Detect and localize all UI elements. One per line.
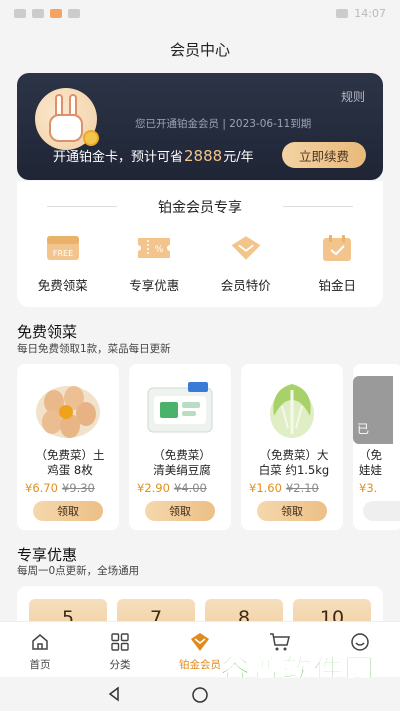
rules-link[interactable]: 规则 [341, 88, 365, 105]
renew-button[interactable]: 立即续费 [282, 142, 366, 168]
eggs-image [30, 376, 106, 442]
coupon-panel: 5 7 8 10 [17, 586, 383, 629]
benefit-label: 会员特价 [220, 278, 271, 293]
free-section-subtitle: 每日免费领取1款，菜品每日更新 [17, 343, 171, 355]
coin-icon [83, 130, 99, 146]
discount-diamond-icon [228, 233, 264, 263]
coupon-ticket-icon: % [136, 233, 172, 263]
tab-profile[interactable] [320, 622, 400, 677]
claimed-tag: 已 [353, 376, 393, 444]
back-icon[interactable] [106, 686, 122, 706]
app-notification-icon [50, 8, 62, 18]
product-name: （免费菜）土 鸡蛋 8枚 [35, 448, 105, 477]
profile-icon [349, 632, 371, 652]
benefit-free-vegetable[interactable]: FREE 免费领菜 [17, 233, 109, 294]
status-time: 14:07 [354, 6, 386, 20]
free-gift-icon: FREE [45, 233, 81, 263]
rabbit-mascot-avatar [35, 88, 99, 150]
system-navigation-bar [0, 678, 400, 711]
membership-status-text: 您已开通铂金会员 | 2023-06-11到期 [135, 118, 312, 130]
svg-text:FREE: FREE [53, 249, 73, 258]
calendar-icon [319, 233, 355, 263]
tab-label: 首页 [29, 659, 51, 671]
product-price: ¥1.60 ¥2.10 [249, 481, 319, 495]
savings-suffix: 元/年 [223, 150, 254, 165]
claim-button[interactable]: 领取 [145, 501, 215, 521]
product-price: ¥3. [359, 481, 378, 495]
exclusive-title: 铂金会员专享 [158, 200, 242, 216]
status-bar: 14:07 [0, 0, 400, 26]
benefit-exclusive-discount[interactable]: % 专享优惠 [109, 233, 201, 294]
tab-label: 分类 [109, 659, 131, 671]
product-name: （免 娃娃 [359, 448, 382, 477]
home-circle-icon[interactable] [191, 686, 209, 708]
savings-estimate: 开通铂金卡，预计可省 2888 元/年 [53, 146, 254, 165]
notification-icon [32, 8, 44, 18]
product-name: （免费菜）大 白菜 约1.5kg [258, 448, 330, 477]
vip-card: 规则 您已开通铂金会员 | 2023-06-11到期 开通铂金卡，预计可省 28… [17, 73, 383, 180]
diamond-icon [189, 632, 211, 652]
shield-icon [68, 8, 80, 18]
benefit-label: 铂金日 [318, 278, 356, 293]
bottom-tab-bar: 首页 分类 铂金会员 [0, 621, 400, 677]
benefit-label: 专享优惠 [129, 278, 180, 293]
tab-category[interactable]: 分类 [80, 622, 160, 677]
free-product-list: （免费菜）土 鸡蛋 8枚 ¥6.70 ¥9.30 领取 （免费菜） 清美绢豆腐 ¥2.… [17, 364, 400, 530]
product-name: （免费菜） 清美绢豆腐 [153, 448, 211, 477]
benefit-label: 免费领菜 [37, 278, 88, 293]
tofu-image [142, 376, 218, 442]
savings-prefix: 开通铂金卡，预计可省 [53, 150, 184, 165]
product-card[interactable]: （免费菜） 清美绢豆腐 ¥2.90 ¥4.00 领取 [129, 364, 231, 530]
tab-home[interactable]: 首页 [0, 622, 80, 677]
free-section-title: 免费领菜 [17, 323, 78, 341]
product-price: ¥6.70 ¥9.30 [25, 481, 95, 495]
product-card[interactable]: （免费菜）大 白菜 约1.5kg ¥1.60 ¥2.10 领取 [241, 364, 343, 530]
notification-icon [14, 8, 26, 18]
battery-icon [336, 8, 349, 18]
benefit-member-price[interactable]: 会员特价 [200, 233, 292, 294]
home-icon [29, 632, 51, 652]
divider [283, 206, 353, 207]
tab-cart[interactable] [240, 622, 320, 677]
cabbage-image [254, 376, 330, 442]
page-title: 会员中心 [169, 40, 230, 59]
status-right: 14:07 [336, 7, 386, 20]
product-price: ¥2.90 ¥4.00 [137, 481, 207, 495]
exclusive-benefits-panel: 铂金会员专享 FREE 免费领菜 % 专享优惠 会员特价 铂金日 [17, 181, 383, 307]
cart-icon [269, 632, 291, 652]
savings-amount: 2888 [184, 147, 223, 165]
product-card[interactable]: （免费菜）土 鸡蛋 8枚 ¥6.70 ¥9.30 领取 [17, 364, 119, 530]
page-header: 会员中心 [0, 26, 400, 72]
benefit-platinum-day[interactable]: 铂金日 [292, 233, 384, 294]
coupon-section-title: 专享优惠 [17, 546, 78, 564]
status-left-icons [14, 8, 80, 18]
tab-label: 铂金会员 [179, 659, 221, 671]
claim-button[interactable]: 领取 [33, 501, 103, 521]
claim-button[interactable]: 领取 [257, 501, 327, 521]
svg-text:%: % [155, 245, 164, 255]
coupon-section-subtitle: 每周一0点更新，全场通用 [17, 565, 140, 577]
tab-platinum-member[interactable]: 铂金会员 [160, 622, 240, 677]
grid-icon [109, 632, 131, 652]
claim-button[interactable] [363, 501, 400, 521]
product-card-partial[interactable]: 已 （免 娃娃 ¥3. [353, 364, 400, 530]
